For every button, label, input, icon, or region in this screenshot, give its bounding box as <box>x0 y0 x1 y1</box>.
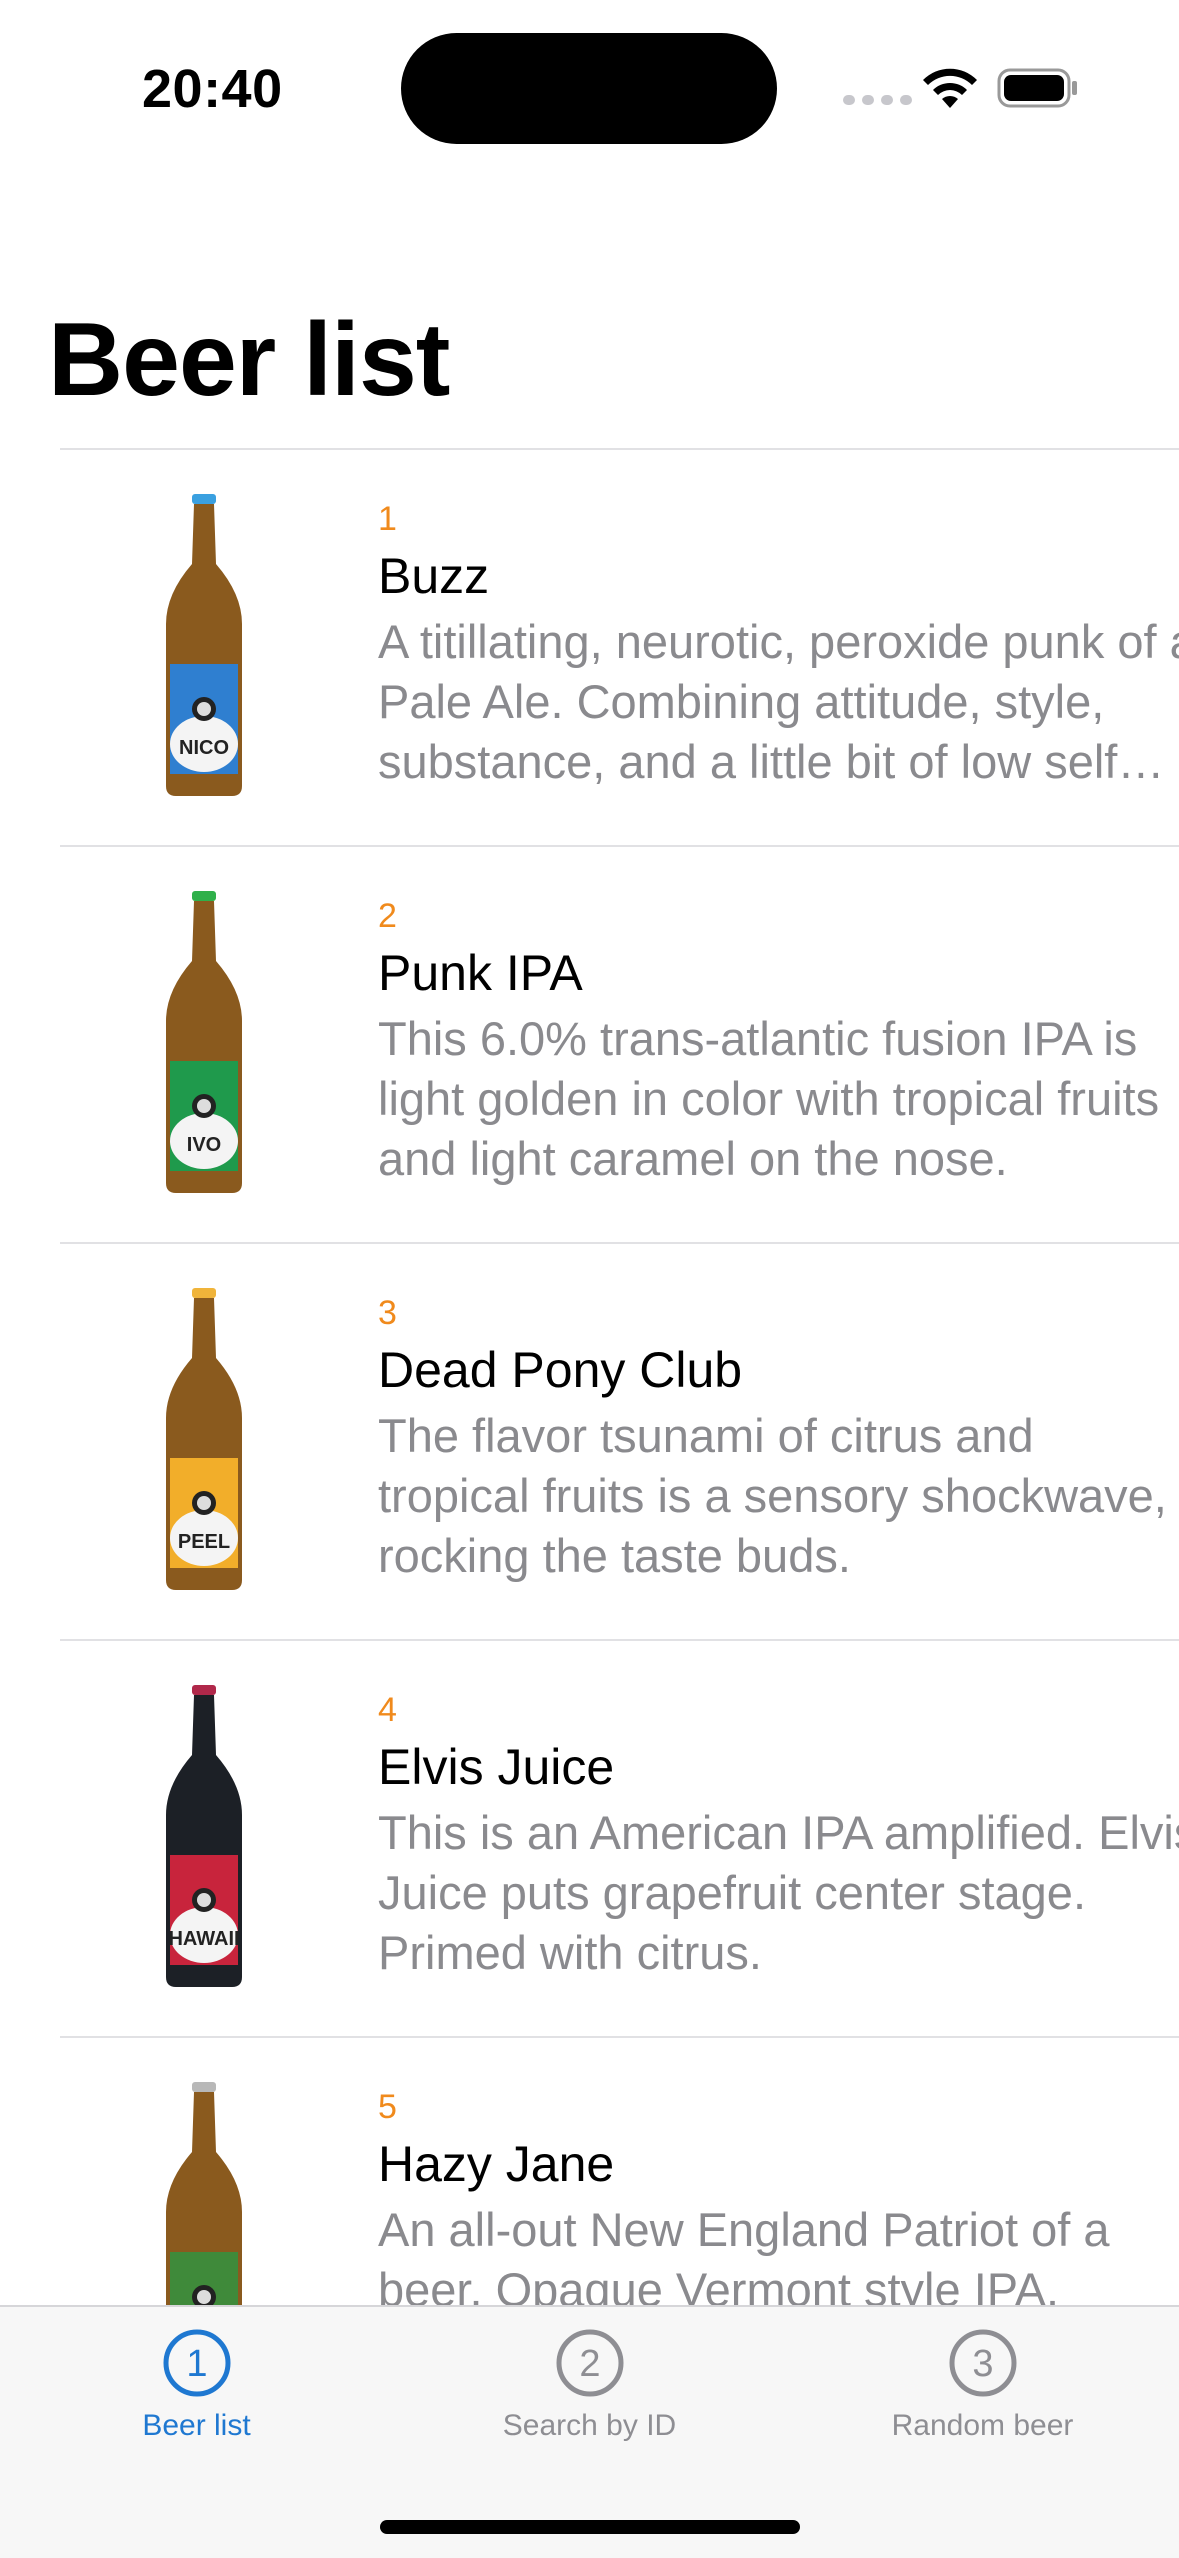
beer-row-text: 4 Elvis Juice This is an American IPA am… <box>378 1689 1179 1983</box>
tab-search-by-id[interactable]: 2 Search by ID <box>393 2327 786 2443</box>
beer-id: 5 <box>378 2088 397 2126</box>
bottle-label-text: HAWAII <box>168 1928 239 1950</box>
beer-name: Elvis Juice <box>378 1739 615 1795</box>
bottle-label-text: IVO <box>187 1134 221 1156</box>
tab-beer-list[interactable]: 1 Beer list <box>0 2327 393 2443</box>
beer-list[interactable]: NICO 1 Buzz A titillating, neurotic, per… <box>0 450 1179 2305</box>
bottle-label-text: NICO <box>179 737 229 759</box>
page-title: Beer list <box>48 302 450 418</box>
beer-row[interactable]: IVO 2 Punk IPA This 6.0% trans-atlantic … <box>60 847 1179 1244</box>
number-circle-icon: 1 <box>163 2329 230 2397</box>
beer-row[interactable]: 5 Hazy Jane An all-out New England Patri… <box>60 2038 1179 2305</box>
beer-name: Punk IPA <box>378 945 583 1001</box>
beer-id: 2 <box>378 897 397 935</box>
beer-description: An all-out New England Patriot of a beer… <box>378 2203 1110 2305</box>
tab-number: 3 <box>972 2343 993 2385</box>
beer-row[interactable]: NICO 1 Buzz A titillating, neurotic, per… <box>60 450 1179 847</box>
battery-icon <box>997 68 1077 108</box>
beer-description: This is an American IPA amplified. Elvis… <box>378 1806 1179 1979</box>
beer-description: The flavor tsunami of citrus and tropica… <box>378 1409 1167 1582</box>
number-circle-icon: 2 <box>556 2329 623 2397</box>
cellular-signal-icon <box>843 95 912 105</box>
beer-bottle-image: NICO <box>166 494 242 796</box>
tab-number: 2 <box>579 2343 600 2385</box>
tab-number: 1 <box>186 2343 207 2385</box>
beer-row-text: 5 Hazy Jane An all-out New England Patri… <box>378 2086 1179 2305</box>
beer-id: 4 <box>378 1691 397 1729</box>
beer-description: This 6.0% trans-atlantic fusion IPA is l… <box>378 1012 1160 1185</box>
beer-bottle-image: IVO <box>166 891 242 1193</box>
tab-label: Random beer <box>891 2409 1074 2442</box>
beer-row-text: 3 Dead Pony Club The flavor tsunami of c… <box>378 1292 1179 1586</box>
home-indicator[interactable] <box>380 2520 800 2534</box>
beer-row-text: 1 Buzz A titillating, neurotic, peroxide… <box>378 498 1179 792</box>
beer-name: Buzz <box>378 548 490 604</box>
beer-name: Dead Pony Club <box>378 1342 743 1398</box>
beer-row-text: 2 Punk IPA This 6.0% trans-atlantic fusi… <box>378 895 1179 1189</box>
beer-row[interactable]: HAWAII 4 Elvis Juice This is an American… <box>60 1641 1179 2038</box>
beer-row[interactable]: PEEL 3 Dead Pony Club The flavor tsunami… <box>60 1244 1179 1641</box>
bottle-label-text: PEEL <box>178 1531 230 1553</box>
beer-description: A titillating, neurotic, peroxide punk o… <box>378 615 1179 788</box>
tab-label: Beer list <box>142 2409 251 2442</box>
dynamic-island <box>401 33 777 144</box>
beer-id: 1 <box>378 500 397 538</box>
beer-bottle-image: HAWAII <box>166 1685 242 1987</box>
status-time: 20:40 <box>142 59 283 119</box>
tab-random-beer[interactable]: 3 Random beer <box>786 2327 1179 2443</box>
wifi-icon <box>923 68 977 108</box>
beer-bottle-image: PEEL <box>166 1288 242 1590</box>
beer-name: Hazy Jane <box>378 2136 615 2192</box>
beer-id: 3 <box>378 1294 397 1332</box>
beer-bottle-image <box>166 2082 242 2305</box>
number-circle-icon: 3 <box>949 2329 1016 2397</box>
tab-label: Search by ID <box>502 2409 677 2442</box>
